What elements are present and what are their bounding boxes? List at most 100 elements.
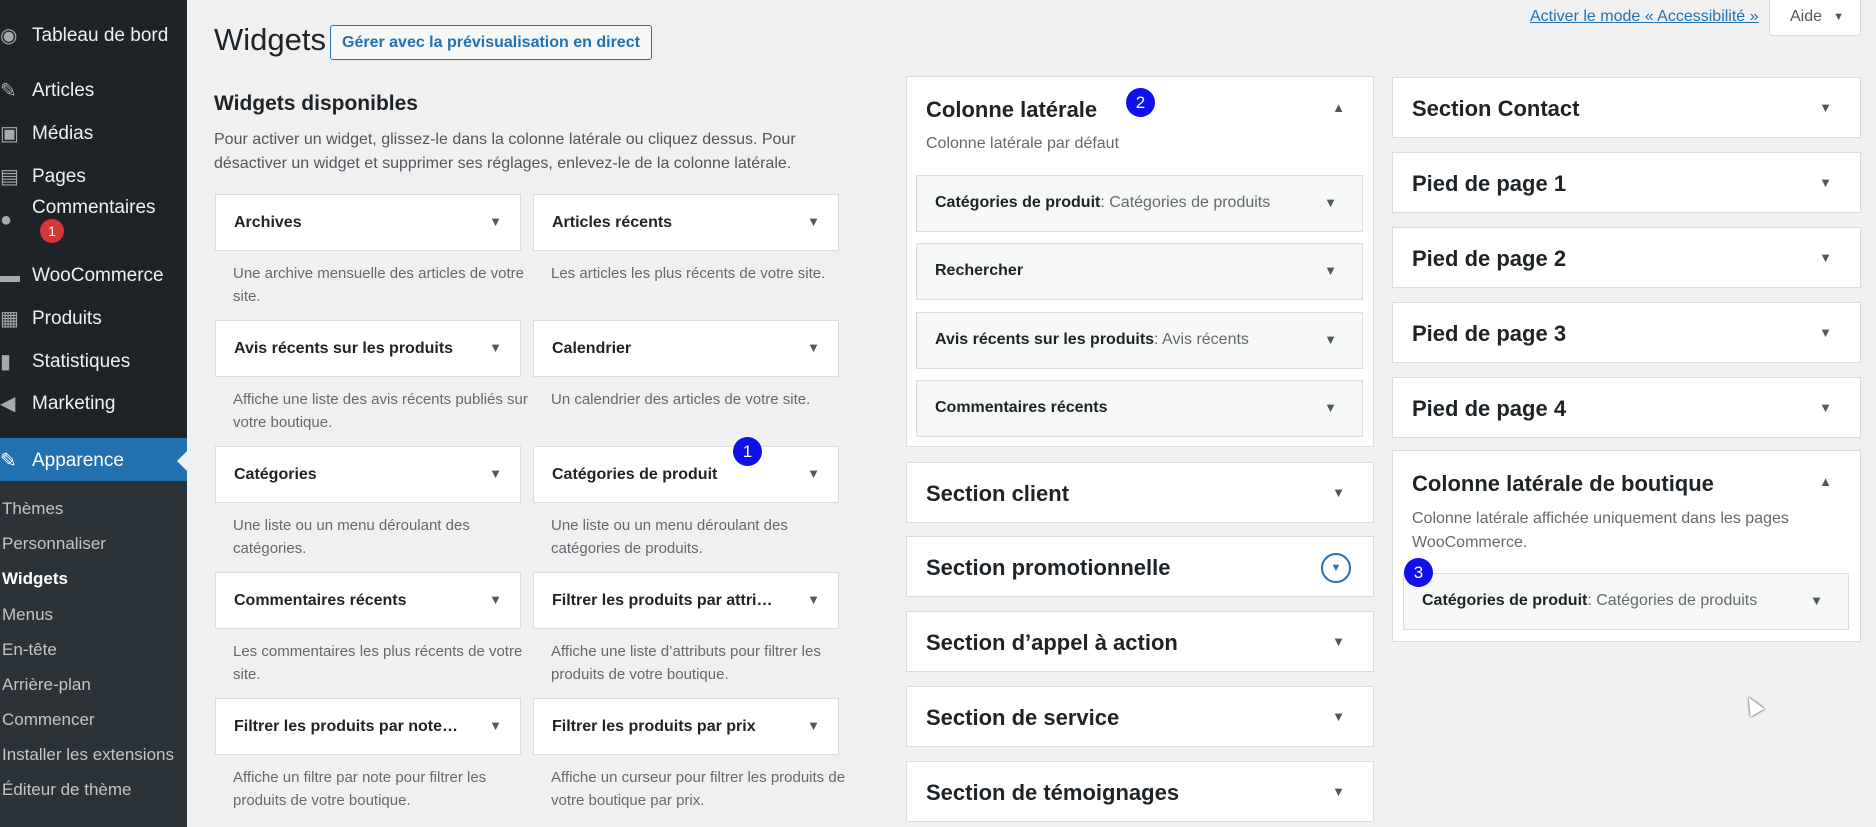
- sidebar-item-label: Apparence: [32, 450, 124, 471]
- help-tab[interactable]: Aide ▼: [1769, 0, 1861, 36]
- chevron-up-icon[interactable]: ▲: [1819, 474, 1832, 489]
- widget-area-footer-3[interactable]: Pied de page 3 ▼: [1392, 302, 1861, 363]
- chevron-down-icon[interactable]: ▼: [1321, 553, 1351, 583]
- submenu-item-install-plugins[interactable]: Installer les extensions: [2, 745, 174, 765]
- chevron-down-icon: ▼: [489, 214, 502, 229]
- widget-filter-by-attribute[interactable]: Filtrer les produits par attri… ▼: [533, 572, 839, 629]
- area-title[interactable]: Colonne latérale de boutique: [1412, 471, 1714, 497]
- appearance-submenu: Thèmes Personnaliser Widgets Menus En-tê…: [0, 481, 187, 827]
- help-label: Aide: [1790, 8, 1823, 25]
- sidebar-item-label: Pages: [32, 166, 86, 187]
- chevron-up-icon[interactable]: ▲: [1332, 100, 1345, 115]
- sidebar-item-comments[interactable]: ● Commentaires1: [0, 197, 187, 243]
- widget-description: Les articles les plus récents de votre s…: [551, 265, 826, 282]
- live-preview-button[interactable]: Gérer avec la prévisualisation en direct: [330, 25, 652, 60]
- chevron-down-icon: ▼: [489, 718, 502, 733]
- active-indicator: [177, 451, 187, 471]
- pushpin-icon: ✎: [0, 80, 17, 102]
- widget-title: Commentaires récents: [234, 592, 407, 609]
- area-title: Section promotionnelle: [926, 555, 1171, 580]
- submenu-item-start[interactable]: Commencer: [2, 710, 95, 730]
- area-title: Pied de page 1: [1412, 171, 1567, 196]
- area-title: Section de témoignages: [926, 780, 1180, 805]
- annotation-marker-2: 2: [1126, 88, 1155, 117]
- widget-recent-reviews[interactable]: Avis récents sur les produits ▼: [215, 320, 521, 377]
- chevron-down-icon: ▼: [1819, 100, 1832, 115]
- megaphone-icon: ◀: [0, 393, 16, 415]
- sidebar-item-appearance[interactable]: ✎ Apparence: [0, 438, 187, 484]
- chevron-down-icon: ▼: [489, 592, 502, 607]
- widget-recent-posts[interactable]: Articles récents ▼: [533, 194, 839, 251]
- sidebar-item-articles[interactable]: ✎ Articles: [0, 71, 187, 111]
- sidebar-item-marketing[interactable]: ◀ Marketing: [0, 384, 187, 424]
- chevron-down-icon: ▼: [1324, 332, 1337, 347]
- widget-categories[interactable]: Catégories ▼: [215, 446, 521, 503]
- widget-area-footer-4[interactable]: Pied de page 4 ▼: [1392, 377, 1861, 438]
- placed-widget[interactable]: Catégories de produit: Catégories de pro…: [1403, 573, 1849, 630]
- available-widgets-description: Pour activer un widget, glissez-le dans …: [214, 131, 796, 172]
- placed-widget[interactable]: Commentaires récents ▼: [916, 380, 1363, 437]
- widget-description: Une archive mensuelle des articles de vo…: [233, 265, 524, 305]
- sidebar-item-dashboard[interactable]: ◉ Tableau de bord: [0, 16, 187, 56]
- widget-area-call-to-action[interactable]: Section d’appel à action ▼: [906, 611, 1374, 672]
- chevron-down-icon: ▼: [1332, 485, 1345, 500]
- submenu-item-themes[interactable]: Thèmes: [2, 499, 63, 519]
- widget-title: Catégories de produit: [552, 466, 718, 483]
- sidebar-item-label: Médias: [32, 123, 94, 144]
- submenu-item-header[interactable]: En-tête: [2, 640, 57, 660]
- widget-calendar[interactable]: Calendrier ▼: [533, 320, 839, 377]
- widget-area-contact[interactable]: Section Contact ▼: [1392, 77, 1861, 138]
- widget-area-footer-1[interactable]: Pied de page 1 ▼: [1392, 152, 1861, 213]
- sidebar-item-products[interactable]: ▦ Produits: [0, 299, 187, 339]
- widget-area-sidebar: Colonne latérale ▲ Colonne latérale par …: [906, 76, 1374, 447]
- submenu-item-widgets[interactable]: Widgets: [2, 569, 68, 589]
- widget-area-service[interactable]: Section de service ▼: [906, 686, 1374, 747]
- widget-title: Articles récents: [552, 214, 673, 231]
- widget-area-testimonials[interactable]: Section de témoignages ▼: [906, 761, 1374, 822]
- sidebar-item-medias[interactable]: ▣ Médias: [0, 114, 187, 154]
- placed-widget[interactable]: Catégories de produit: Catégories de pro…: [916, 175, 1363, 232]
- widget-description: Les commentaires les plus récents de vot…: [233, 643, 523, 683]
- widget-title: Filtrer les produits par prix: [552, 718, 756, 735]
- comments-icon: ●: [0, 209, 13, 231]
- chevron-down-icon: ▼: [1332, 709, 1345, 724]
- widget-area-promo[interactable]: Section promotionnelle ▼: [906, 536, 1374, 597]
- widget-title: Avis récents sur les produits: [234, 340, 454, 357]
- admin-sidebar: ◉ Tableau de bord ✎ Articles ▣ Médias ▤ …: [0, 0, 187, 827]
- sidebar-item-pages[interactable]: ▤ Pages: [0, 157, 187, 197]
- sidebar-item-label: Tableau de bord: [32, 25, 169, 46]
- media-icon: ▣: [0, 123, 19, 145]
- sidebar-item-label: Marketing: [32, 393, 116, 414]
- submenu-item-menus[interactable]: Menus: [2, 605, 53, 625]
- placed-widget[interactable]: Avis récents sur les produits: Avis réce…: [916, 312, 1363, 369]
- chevron-down-icon: ▼: [1819, 325, 1832, 340]
- chevron-down-icon: ▼: [1819, 250, 1832, 265]
- area-title: Section Contact: [1412, 96, 1580, 121]
- widget-area-client[interactable]: Section client ▼: [906, 462, 1374, 523]
- accessibility-mode-link[interactable]: Activer le mode « Accessibilité »: [1530, 8, 1759, 26]
- widget-description: Affiche un curseur pour filtrer les prod…: [551, 769, 846, 809]
- widget-archives[interactable]: Archives ▼: [215, 194, 521, 251]
- sidebar-item-label: Commentaires1: [32, 197, 187, 243]
- chevron-down-icon: ▼: [1819, 175, 1832, 190]
- sidebar-item-woocommerce[interactable]: ▬ WooCommerce: [0, 256, 187, 296]
- widget-title: Avis récents sur les produits: Avis réce…: [935, 331, 1249, 348]
- submenu-item-customize[interactable]: Personnaliser: [2, 534, 106, 554]
- woocommerce-icon: ▬: [0, 265, 20, 287]
- widget-description: Affiche un filtre par note pour filtrer …: [233, 769, 487, 809]
- chevron-down-icon: ▼: [807, 592, 820, 607]
- submenu-item-background[interactable]: Arrière-plan: [2, 675, 91, 695]
- widget-recent-comments[interactable]: Commentaires récents ▼: [215, 572, 521, 629]
- widget-filter-by-price[interactable]: Filtrer les produits par prix ▼: [533, 698, 839, 755]
- widget-area-footer-2[interactable]: Pied de page 2 ▼: [1392, 227, 1861, 288]
- sidebar-item-stats[interactable]: ▮ Statistiques: [0, 342, 187, 382]
- area-title[interactable]: Colonne latérale: [926, 97, 1097, 123]
- placed-widget[interactable]: Rechercher ▼: [916, 243, 1363, 300]
- widget-description: Un calendrier des articles de votre site…: [551, 391, 811, 408]
- annotation-marker-3: 3: [1404, 558, 1433, 587]
- area-title: Pied de page 4: [1412, 396, 1567, 421]
- widget-product-categories[interactable]: Catégories de produit ▼: [533, 446, 839, 503]
- widget-filter-by-rating[interactable]: Filtrer les produits par note… ▼: [215, 698, 521, 755]
- dashboard-icon: ◉: [0, 25, 18, 47]
- submenu-item-theme-editor[interactable]: Éditeur de thème: [2, 780, 131, 800]
